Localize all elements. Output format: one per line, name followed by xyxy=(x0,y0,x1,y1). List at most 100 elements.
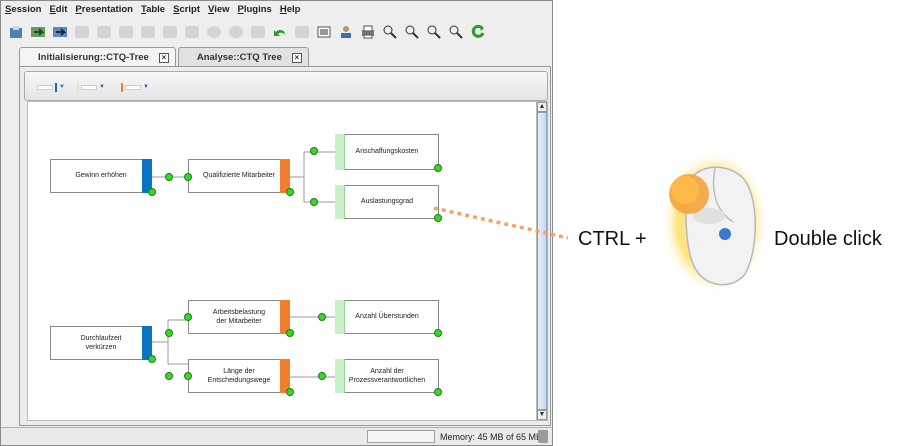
menu-presentation[interactable]: Presentation xyxy=(71,1,137,18)
node-label-line: Anzahl der xyxy=(370,367,404,375)
user-settings-icon[interactable] xyxy=(337,23,355,41)
node-label: Anzahl der Prozessverantwortlichen xyxy=(349,367,425,386)
node-label-line: verkürzen xyxy=(85,344,117,351)
node-qualifizierte-mitarbeiter[interactable]: Qualifizierte Mitarbeiter xyxy=(188,159,290,193)
menu-help[interactable]: Help xyxy=(276,1,305,18)
connector-dot[interactable] xyxy=(286,329,294,337)
node-label-line: Prozessverantwortlichen xyxy=(348,377,426,384)
refresh-icon[interactable] xyxy=(249,23,267,41)
status-bar: Memory: 45 MB of 65 MB xyxy=(1,427,552,445)
print-preview-icon[interactable] xyxy=(73,23,91,41)
connector-dot[interactable] xyxy=(310,147,318,155)
node-label: Gewinn erhöhen xyxy=(75,172,127,180)
info-icon[interactable] xyxy=(227,23,245,41)
tab-initialisierung-ctq-tree[interactable]: Initialisierung::CTQ-Tree × xyxy=(19,47,176,67)
chart-icon[interactable] xyxy=(183,23,201,41)
connector-dot[interactable] xyxy=(184,173,192,181)
node-label-line: Durchlaufzeit xyxy=(80,334,122,342)
tab-analyse-ctq-tree[interactable]: Analyse::CTQ Tree × xyxy=(177,47,309,67)
ctq-tree-canvas[interactable]: Gewinn erhöhen Qualifizierte Mitarbeiter… xyxy=(27,101,537,421)
node-label-line: Entscheidungswege xyxy=(207,377,271,384)
connector-dot[interactable] xyxy=(286,188,294,196)
printer-icon[interactable] xyxy=(359,23,377,41)
close-icon[interactable]: × xyxy=(291,52,302,63)
close-icon[interactable]: × xyxy=(158,52,169,63)
chevron-down-icon: ▼ xyxy=(59,84,65,90)
application-window: Session Edit Presentation Table Script V… xyxy=(0,0,553,446)
orange-node-style-button[interactable]: ▼ xyxy=(121,82,149,92)
blue-node-style-button[interactable]: ▼ xyxy=(37,82,65,92)
node-label: Länge der Entscheidungswege xyxy=(208,367,271,386)
node-label: Auslastungsgrad xyxy=(360,198,414,206)
menu-edit[interactable]: Edit xyxy=(45,1,71,18)
export-icon[interactable] xyxy=(51,23,69,41)
blue-stripe-icon xyxy=(55,82,57,92)
connector-dot[interactable] xyxy=(148,355,156,363)
list-icon[interactable] xyxy=(315,23,333,41)
node-arbeitsbelastung[interactable]: Arbeitsbelastung der Mitarbeiter xyxy=(188,300,290,334)
scrollbar-thumb[interactable] xyxy=(537,112,547,410)
undo-icon[interactable] xyxy=(271,23,289,41)
node-label-line: Länge der xyxy=(223,367,255,375)
node-label-line: der Mitarbeiter xyxy=(216,318,262,325)
garbage-collect-icon[interactable] xyxy=(538,430,548,443)
chevron-down-icon: ▼ xyxy=(143,84,149,90)
pie-chart-icon[interactable] xyxy=(205,23,223,41)
import-icon[interactable] xyxy=(29,23,47,41)
connector-dot[interactable] xyxy=(148,188,156,196)
node-label: Anschaffungskosten xyxy=(355,148,419,156)
grid-icon[interactable] xyxy=(95,23,113,41)
vertical-scrollbar[interactable]: ▲ ▼ xyxy=(536,101,548,421)
green-node-style-button[interactable]: ▼ xyxy=(77,82,105,92)
zoom-reset-icon[interactable] xyxy=(447,23,465,41)
node-preview-icon xyxy=(81,84,97,90)
green-stripe-icon xyxy=(77,82,79,92)
node-anschaffungskosten[interactable]: Anschaffungskosten xyxy=(335,134,439,170)
connector-dot[interactable] xyxy=(184,372,192,380)
scroll-up-arrow-icon[interactable]: ▲ xyxy=(537,102,547,112)
zoom-in-icon[interactable] xyxy=(381,23,399,41)
connector-dot[interactable] xyxy=(434,329,442,337)
connector-dot[interactable] xyxy=(434,164,442,172)
connector-dot[interactable] xyxy=(165,329,173,337)
connector-dot[interactable] xyxy=(165,173,173,181)
node-anzahl-ueberstunden[interactable]: Anzahl Überstunden xyxy=(335,300,439,334)
zoom-fit-icon[interactable] xyxy=(425,23,443,41)
menu-table[interactable]: Table xyxy=(137,1,169,18)
ctrl-key-label: CTRL + xyxy=(578,228,647,250)
node-preview-icon xyxy=(37,84,53,90)
menu-session[interactable]: Session xyxy=(1,1,45,18)
node-auslastungsgrad[interactable]: Auslastungsgrad xyxy=(335,185,439,219)
tab-label: Analyse::CTQ Tree xyxy=(196,52,282,63)
save-icon[interactable] xyxy=(7,23,25,41)
connector-dot[interactable] xyxy=(310,198,318,206)
connector-dot[interactable] xyxy=(318,313,326,321)
node-anzahl-prozessverantwortlichen[interactable]: Anzahl der Prozessverantwortlichen xyxy=(335,359,439,393)
paste-icon[interactable] xyxy=(139,23,157,41)
menu-view[interactable]: View xyxy=(204,1,233,18)
copy-icon[interactable] xyxy=(117,23,135,41)
connector-dot[interactable] xyxy=(184,313,192,321)
menu-script[interactable]: Script xyxy=(169,1,204,18)
menu-plugins[interactable]: Plugins xyxy=(234,1,276,18)
node-gewinn-erhoehen[interactable]: Gewinn erhöhen xyxy=(50,159,152,193)
cut-icon[interactable] xyxy=(161,23,179,41)
connector-dot[interactable] xyxy=(434,388,442,396)
connector-dot[interactable] xyxy=(434,214,442,222)
menu-bar: Session Edit Presentation Table Script V… xyxy=(1,1,552,18)
node-durchlaufzeit-verkuerzen[interactable]: Durchlaufzeit verkürzen xyxy=(50,326,152,360)
connector-dot[interactable] xyxy=(286,388,294,396)
redo-icon[interactable] xyxy=(293,23,311,41)
node-stripe xyxy=(335,300,345,334)
tab-label: Initialisierung::CTQ-Tree xyxy=(38,52,149,63)
double-click-label: Double click xyxy=(774,228,882,250)
reload-icon[interactable] xyxy=(469,23,487,41)
node-laenge-entscheidungswege[interactable]: Länge der Entscheidungswege xyxy=(188,359,290,393)
zoom-out-icon[interactable] xyxy=(403,23,421,41)
scroll-down-arrow-icon[interactable]: ▼ xyxy=(537,410,547,420)
node-label-line: Arbeitsbelastung xyxy=(212,308,266,316)
node-stripe xyxy=(335,134,345,170)
chevron-down-icon: ▼ xyxy=(99,84,105,90)
connector-dot[interactable] xyxy=(165,372,173,380)
connector-dot[interactable] xyxy=(318,372,326,380)
